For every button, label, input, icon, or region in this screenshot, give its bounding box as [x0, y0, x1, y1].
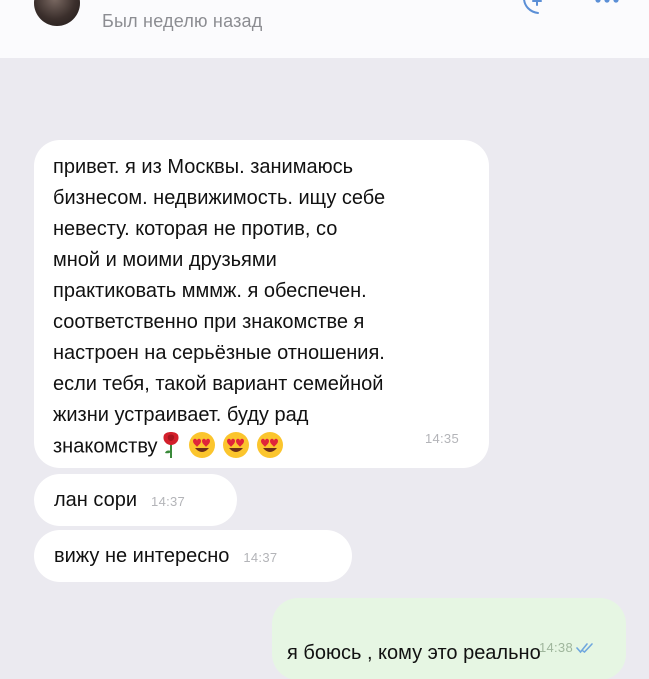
message-time: 14:38 — [538, 640, 573, 655]
double-check-icon — [576, 642, 593, 653]
message-text: привет. я из Москвы. занимаюсь бизнесом.… — [53, 156, 386, 458]
message-meta: 14:38 — [539, 632, 594, 663]
rose-emoji — [163, 432, 179, 458]
message-bubble-incoming[interactable]: вижу не интересно 14:37 — [34, 530, 352, 582]
more-dots-icon[interactable] — [594, 0, 620, 6]
heart-eyes-emoji — [256, 432, 283, 458]
avatar[interactable] — [34, 0, 80, 26]
message-time: 14:37 — [243, 550, 278, 565]
phone-plus-icon[interactable] — [522, 0, 544, 16]
chat-header: Был неделю назад — [0, 0, 649, 58]
emoji-row — [160, 431, 284, 463]
message-bubble-incoming[interactable]: привет. я из Москвы. занимаюсь бизнесом.… — [34, 140, 489, 468]
heart-eyes-emoji — [222, 432, 249, 458]
heart-eyes-emoji — [188, 432, 215, 458]
message-bubble-outgoing[interactable]: я боюсь , кому это реально интересно 14:… — [272, 598, 626, 679]
message-text: вижу не интересно — [54, 545, 230, 567]
last-seen-status: Был неделю назад — [102, 11, 263, 31]
message-text: я боюсь , кому это реально интересно — [287, 642, 541, 679]
message-bubble-incoming[interactable]: лан сори 14:37 — [34, 474, 237, 526]
message-text: лан сори — [54, 489, 138, 511]
message-time: 14:35 — [424, 431, 459, 446]
contact-name[interactable] — [100, 0, 250, 4]
message-time: 14:37 — [151, 494, 186, 509]
